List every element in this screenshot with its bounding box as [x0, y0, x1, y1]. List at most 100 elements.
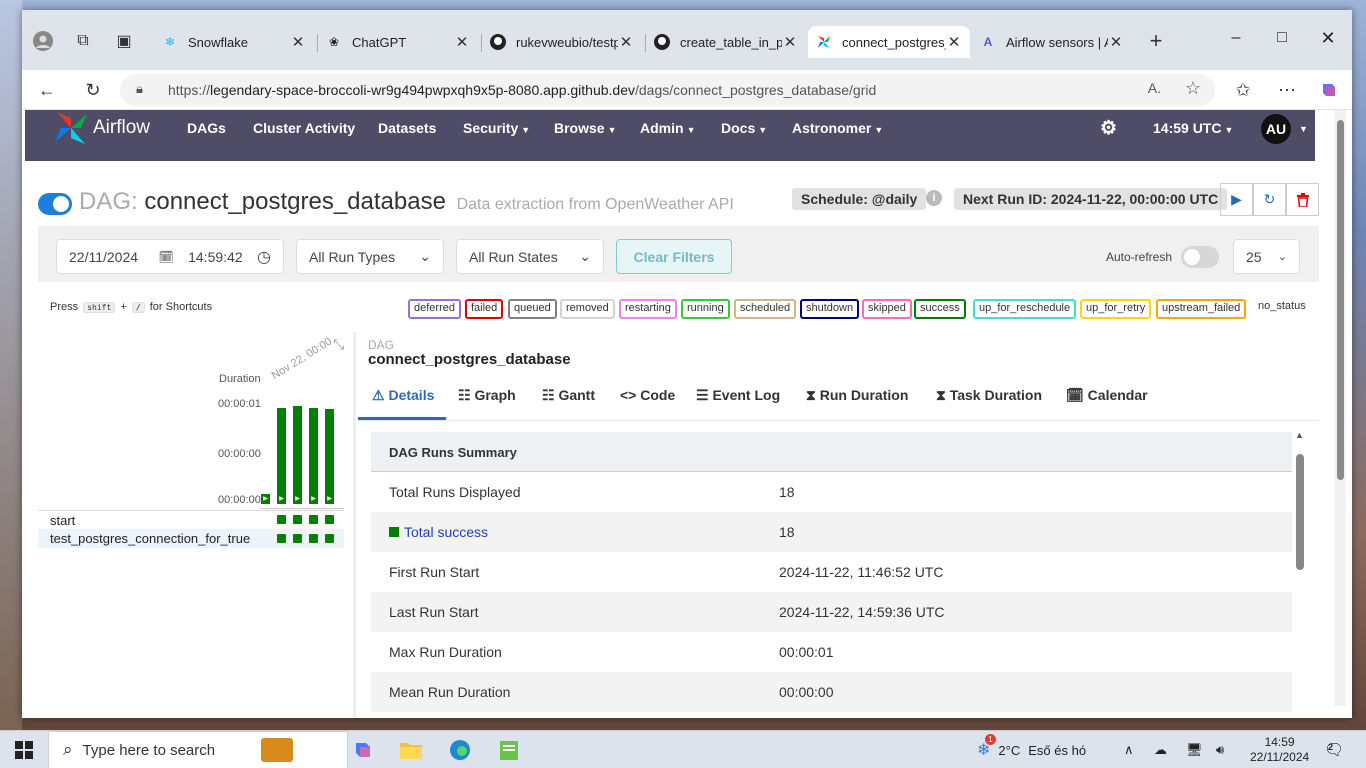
notepad-icon[interactable] [491, 735, 527, 765]
row-key[interactable]: Total success [389, 524, 488, 540]
nav-cluster-activity[interactable]: Cluster Activity [253, 120, 355, 136]
nav-admin[interactable]: Admin ▼ [640, 120, 695, 136]
reparse-dag-icon[interactable]: ↻ [1253, 183, 1286, 216]
airflow-logo[interactable]: Airflow [53, 110, 150, 146]
legend-skipped[interactable]: skipped [862, 299, 912, 319]
task-instance-cell[interactable] [277, 534, 286, 543]
base-date-input[interactable]: 22/11/2024 🗓︎ 14:59:42 ◷ [56, 239, 284, 274]
browser-tab[interactable]: ❄ Snowflake ✕ [154, 26, 314, 58]
back-icon[interactable]: ← [32, 76, 62, 104]
task-instance-cell[interactable] [325, 515, 334, 524]
legend-upstream-failed[interactable]: upstream_failed [1156, 299, 1247, 319]
panel-resize-handle[interactable] [353, 332, 356, 718]
run-states-select[interactable]: All Run States ⌄ [456, 239, 604, 274]
legend-failed[interactable]: failed [465, 299, 504, 319]
run-marker[interactable]: ▶ [309, 494, 318, 504]
dag-run-bar[interactable] [309, 408, 318, 500]
favorite-icon[interactable]: ☆ [1185, 78, 1201, 99]
legend-scheduled[interactable]: scheduled [734, 299, 797, 319]
workspaces-icon[interactable]: ⧉ [68, 26, 98, 56]
windows-start-icon[interactable] [6, 735, 42, 765]
weather-widget[interactable]: ❄ 1 2°C Eső és hó [977, 731, 1086, 768]
clock[interactable]: 14:59 22/11/2024 [1250, 731, 1309, 768]
legend-up-for-retry[interactable]: up_for_retry [1080, 299, 1152, 319]
legend-shutdown[interactable]: shutdown [800, 299, 860, 319]
file-explorer-icon[interactable] [393, 735, 429, 765]
dag-name[interactable]: connect_postgres_database [144, 188, 446, 215]
tab-calendar[interactable]: 🗓︎ Calendar [1066, 387, 1148, 404]
read-aloud-icon[interactable]: A. [1148, 80, 1161, 96]
calendar-icon[interactable]: 🗓︎ [158, 250, 173, 264]
notifications-icon[interactable]: 🗨︎ 2 [1324, 731, 1344, 768]
legend-success[interactable]: success [914, 299, 966, 319]
collapse-grid-icon[interactable]: ⤡ [333, 336, 344, 353]
nav-browse[interactable]: Browse ▼ [554, 120, 617, 136]
close-window-icon[interactable]: ✕ [1305, 22, 1351, 54]
tab-task-duration[interactable]: ⧗ Task Duration [936, 387, 1042, 404]
tab-graph[interactable]: ☷ Graph [458, 387, 516, 404]
close-tab-icon[interactable]: ✕ [618, 33, 634, 51]
close-tab-icon[interactable]: ✕ [782, 33, 798, 51]
scroll-up-icon[interactable]: ▲ [1295, 430, 1304, 440]
legend-deferred[interactable]: deferred [408, 299, 461, 319]
browser-tab[interactable]: A Airflow sensors | As ✕ [972, 26, 1132, 58]
taskbar-search[interactable]: ⌕ Type here to search [48, 731, 348, 768]
page-scrollbar[interactable] [1334, 110, 1346, 706]
tab-code[interactable]: <> Code [620, 387, 675, 403]
task-instance-cell[interactable] [309, 534, 318, 543]
clear-filters-button[interactable]: Clear Filters [616, 239, 732, 274]
legend-queued[interactable]: queued [508, 299, 557, 319]
dag-run-bar[interactable] [277, 408, 286, 500]
tab-event-log[interactable]: ☰ Event Log [696, 387, 780, 404]
run-marker[interactable]: ▶ [293, 494, 302, 504]
dag-pause-toggle[interactable] [38, 193, 72, 215]
dag-run-bar[interactable] [293, 406, 302, 500]
details-scrollbar-thumb[interactable] [1296, 454, 1304, 570]
task-instance-cell[interactable] [309, 515, 318, 524]
details-scrollbar[interactable]: ▲ [1295, 430, 1305, 718]
tab-actions-icon[interactable]: ▣ [109, 26, 139, 56]
task-instance-cell[interactable] [293, 515, 302, 524]
edge-browser-icon[interactable] [442, 735, 478, 765]
refresh-icon[interactable]: ↻ [78, 76, 108, 104]
legend-no-status[interactable]: no_status [1254, 299, 1310, 319]
copilot-icon[interactable] [345, 735, 381, 765]
onedrive-icon[interactable]: ☁ [1154, 731, 1167, 768]
volume-icon[interactable]: 🔊︎ [1216, 731, 1224, 768]
browser-tab[interactable]: create_table_in_pos ✕ [646, 26, 806, 58]
favorites-icon[interactable]: ✩ [1228, 76, 1258, 104]
nav-security[interactable]: Security ▼ [463, 120, 530, 136]
close-tab-icon[interactable]: ✕ [290, 33, 306, 51]
maximize-icon[interactable]: □ [1259, 22, 1305, 54]
auto-refresh-toggle[interactable] [1181, 246, 1219, 268]
close-tab-icon[interactable]: ✕ [454, 33, 470, 51]
legend-removed[interactable]: removed [560, 299, 615, 319]
page-size-select[interactable]: 25 ⌄ [1233, 239, 1300, 274]
legend-restarting[interactable]: restarting [619, 299, 677, 319]
page-scrollbar-thumb[interactable] [1337, 120, 1344, 480]
network-icon[interactable]: 🖥︎ [1186, 731, 1203, 768]
tab-run-duration[interactable]: ⧗ Run Duration [806, 387, 908, 404]
profile-icon[interactable] [28, 26, 58, 56]
close-tab-icon[interactable]: ✕ [946, 33, 962, 51]
browser-tab[interactable]: rukevweubio/testp ✕ [482, 26, 642, 58]
legend-running[interactable]: running [681, 299, 730, 319]
run-marker[interactable]: ▶ [277, 494, 286, 504]
close-tab-icon[interactable]: ✕ [1108, 33, 1124, 51]
nav-docs[interactable]: Docs ▼ [721, 120, 767, 136]
task-instance-cell[interactable] [293, 534, 302, 543]
nav-astronomer[interactable]: Astronomer ▼ [792, 120, 883, 136]
timezone-menu[interactable]: 14:59 UTC ▼ [1153, 120, 1233, 136]
clock-icon[interactable]: ◷ [257, 247, 271, 267]
task-instance-cell[interactable] [325, 534, 334, 543]
browser-tab-active[interactable]: connect_postgres_c ✕ [808, 26, 970, 58]
info-icon[interactable]: i [926, 190, 942, 206]
settings-gear-icon[interactable]: ⚙︎ [1100, 117, 1117, 140]
trigger-dag-icon[interactable]: ▶ [1220, 183, 1253, 216]
browser-tab[interactable]: ❀ ChatGPT ✕ [318, 26, 478, 58]
copilot-icon[interactable] [1314, 76, 1344, 104]
minimize-icon[interactable]: – [1213, 22, 1259, 54]
url-field[interactable]: 🔒︎ https://legendary-space-broccoli-wr9g… [120, 74, 1215, 106]
tab-gantt[interactable]: ☷ Gantt [542, 387, 595, 404]
run-types-select[interactable]: All Run Types ⌄ [296, 239, 444, 274]
